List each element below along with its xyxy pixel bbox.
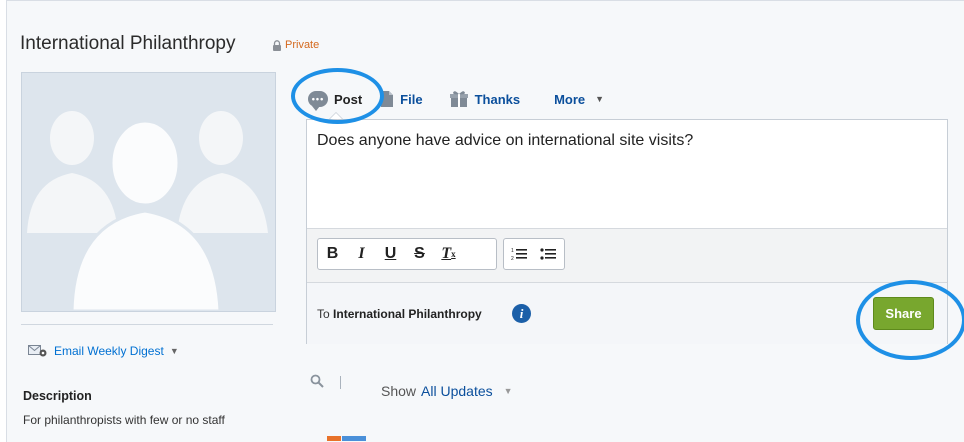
svg-text:1: 1 (511, 248, 514, 254)
sidebar-divider (21, 324, 273, 325)
gift-icon (449, 91, 468, 107)
feed-filter[interactable]: Show All Updates ▼ (381, 383, 513, 399)
feed-item-avatar (342, 436, 366, 441)
email-digest-label: Email Weekly Digest (54, 344, 164, 358)
bulleted-list-button[interactable] (533, 239, 562, 269)
tab-more-label: More (554, 91, 586, 107)
tab-file[interactable]: File (380, 90, 423, 108)
rich-text-toolbar: B I U S Tx 1 2 (307, 228, 947, 282)
tab-more[interactable]: More ▼ (554, 92, 604, 107)
post-textarea[interactable]: Does anyone have advice on international… (317, 132, 693, 150)
list-button-group: 1 2 (503, 238, 565, 270)
bold-button[interactable]: B (318, 239, 347, 269)
privacy-label: Private (285, 39, 320, 51)
tab-file-label: File (400, 91, 423, 107)
tab-thanks[interactable]: Thanks (449, 90, 521, 108)
strikethrough-button[interactable]: S (405, 239, 434, 269)
feed-item-flag (327, 436, 341, 441)
lock-icon (273, 39, 281, 51)
clear-formatting-button[interactable]: Tx (434, 239, 463, 269)
to-target: International Philanthropy (333, 307, 482, 321)
show-label: Show (381, 383, 417, 399)
info-icon[interactable]: i (512, 304, 531, 323)
chevron-down-icon: ▼ (503, 386, 513, 396)
bulleted-list-icon (539, 248, 556, 260)
italic-button[interactable]: I (347, 239, 376, 269)
post-composer: Does anyone have advice on international… (306, 119, 948, 344)
description-text: For philanthropists with few or no staff (23, 413, 225, 427)
chevron-down-icon: ▼ (595, 94, 605, 104)
composer-footer: To International Philanthropy i Share (307, 282, 947, 344)
svg-text:2: 2 (511, 256, 514, 261)
chevron-down-icon: ▼ (169, 346, 179, 356)
page-title: International Philanthropy (20, 33, 236, 54)
to-prefix: To (317, 307, 330, 321)
group-avatar (21, 72, 276, 312)
numbered-list-button[interactable]: 1 2 (504, 239, 533, 269)
show-filter-value[interactable]: All Updates (421, 383, 493, 399)
email-settings-icon (28, 345, 47, 357)
filter-divider (340, 376, 341, 389)
description-heading: Description (23, 389, 92, 403)
privacy-badge: Private (272, 39, 319, 51)
highlight-circle-share (856, 280, 964, 360)
underline-button[interactable]: U (376, 239, 405, 269)
search-icon[interactable] (310, 374, 324, 388)
post-target: To International Philanthropy (317, 307, 482, 321)
highlight-circle-post (291, 68, 384, 124)
format-button-group: B I U S Tx (317, 238, 497, 270)
email-digest-link[interactable]: Email Weekly Digest ▼ (28, 344, 179, 358)
tab-thanks-label: Thanks (474, 91, 521, 107)
group-people-icon (27, 111, 268, 311)
numbered-list-icon: 1 2 (511, 248, 527, 261)
